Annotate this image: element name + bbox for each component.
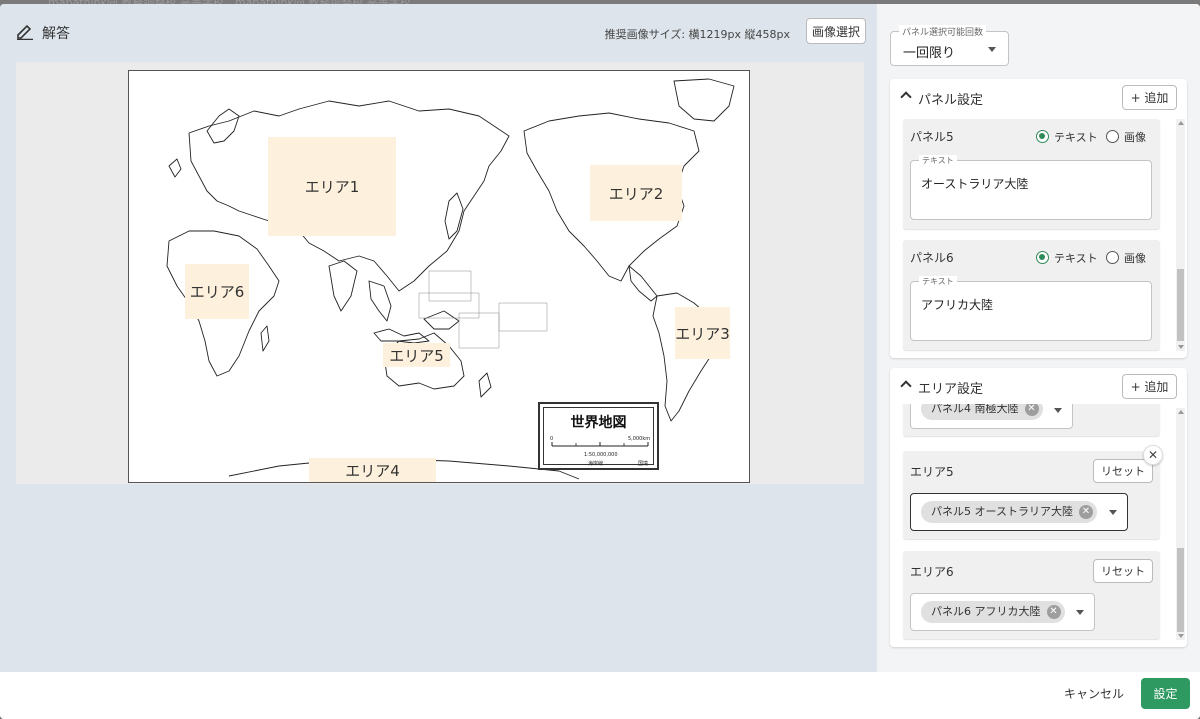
- area-panel-select[interactable]: パネル5 オーストラリア大陸 ✕: [910, 493, 1128, 531]
- chip-label: パネル4 南極大陸: [931, 404, 1019, 415]
- panel-name: パネル6: [910, 251, 954, 265]
- map-area-3[interactable]: エリア3: [675, 307, 730, 359]
- answer-pane: 解答 推奨画像サイズ: 横1219px 縦458px 画像選択 エリア1 エリア…: [0, 4, 877, 672]
- panel-text-field[interactable]: テキスト オーストラリア大陸: [910, 155, 1152, 220]
- area-list: パネル4 南極大陸 ✕ エリア5 リセット パネル5 オーストラリア大陸 ✕ エ…: [890, 404, 1187, 642]
- radio-image-label: 画像: [1124, 252, 1146, 265]
- panel-text-field[interactable]: テキスト アフリカ大陸: [910, 276, 1152, 341]
- reset-area-6-button[interactable]: リセット: [1093, 559, 1153, 583]
- area-item-5: エリア5 リセット パネル5 オーストラリア大陸 ✕: [903, 451, 1160, 539]
- dialog-footer: キャンセル 設定: [0, 672, 1200, 719]
- selected-panel-chip: パネル6 アフリカ大陸 ✕: [921, 601, 1065, 623]
- close-icon[interactable]: ✕: [1143, 445, 1163, 465]
- panel-item-6: パネル6 テキスト 画像 テキスト アフリカ大陸: [903, 240, 1160, 350]
- radio-text[interactable]: [1036, 130, 1049, 143]
- map-legend: 世界地図 0 5,000km 1:50,000,000 海岸線 国境: [538, 402, 659, 470]
- radio-text-label: テキスト: [1054, 252, 1098, 265]
- legend-inner-frame: 世界地図 0 5,000km 1:50,000,000 海岸線 国境: [543, 407, 654, 467]
- area-settings-title: エリア設定: [918, 382, 984, 397]
- panel-settings-title: パネル設定: [918, 93, 984, 108]
- panel-settings-card: パネル設定 + 追加 パネル5 テキスト 画像 テキスト オーストラリア大陸 パ…: [890, 79, 1187, 358]
- chevron-up-icon[interactable]: [900, 91, 912, 103]
- radio-image[interactable]: [1106, 130, 1119, 143]
- panel-item-5: パネル5 テキスト 画像 テキスト オーストラリア大陸: [903, 119, 1160, 229]
- area-name: エリア6: [910, 565, 954, 579]
- map-area-6[interactable]: エリア6: [185, 264, 249, 319]
- add-area-button[interactable]: + 追加: [1122, 374, 1177, 399]
- scroll-down-icon[interactable]: [1178, 634, 1184, 638]
- reset-area-5-button[interactable]: リセット: [1093, 459, 1153, 483]
- area-settings-header[interactable]: エリア設定 + 追加: [890, 368, 1187, 404]
- confirm-button[interactable]: 設定: [1141, 678, 1190, 709]
- selected-panel-chip: パネル5 オーストラリア大陸 ✕: [921, 501, 1097, 523]
- chevron-up-icon[interactable]: [900, 380, 912, 392]
- map-area-2[interactable]: エリア2: [590, 165, 682, 221]
- area-list-scrollbar[interactable]: [1176, 408, 1185, 640]
- area-settings-card: エリア設定 + 追加 パネル4 南極大陸 ✕ エリア5 リセット パネル5 オー…: [890, 368, 1187, 647]
- add-panel-button[interactable]: + 追加: [1122, 85, 1177, 110]
- settings-pane: パネル選択可能回数 一回限り パネル設定 + 追加 パネル5 テキスト 画像 テ…: [877, 4, 1200, 672]
- caret-down-icon: [988, 47, 996, 52]
- caret-down-icon[interactable]: [1076, 610, 1084, 615]
- map-area-label: エリア2: [608, 184, 664, 203]
- text-field-label: テキスト: [919, 155, 957, 166]
- text-field-value: アフリカ大陸: [921, 298, 994, 312]
- radio-text-label: テキスト: [1054, 131, 1098, 144]
- text-field-value: オーストラリア大陸: [921, 177, 1029, 191]
- area-name: エリア5: [910, 465, 954, 479]
- scale-end: 5,000km: [628, 436, 651, 442]
- scrollbar-thumb[interactable]: [1177, 548, 1184, 632]
- selected-panel-chip: パネル4 南極大陸 ✕: [921, 404, 1043, 420]
- caret-down-icon[interactable]: [1054, 408, 1062, 413]
- cancel-button[interactable]: キャンセル: [1064, 685, 1124, 702]
- map-stage: エリア1 エリア2 エリア3 エリア4 エリア5 エリア6 世界地図 0 5,0…: [16, 62, 864, 484]
- map-area-5[interactable]: エリア5: [383, 343, 450, 367]
- panel-name: パネル5: [910, 130, 954, 144]
- scale-start: 0: [550, 436, 554, 442]
- area-panel-select[interactable]: パネル4 南極大陸 ✕: [910, 404, 1073, 429]
- caret-down-icon[interactable]: [1109, 510, 1117, 515]
- chip-close-icon[interactable]: ✕: [1046, 605, 1061, 619]
- panel-list: パネル5 テキスト 画像 テキスト オーストラリア大陸 パネル6 テキスト 画像: [890, 115, 1187, 353]
- panel-list-scrollbar[interactable]: [1176, 119, 1185, 351]
- radio-image[interactable]: [1106, 251, 1119, 264]
- map-area-label: エリア5: [389, 346, 444, 365]
- area-panel-select[interactable]: パネル6 アフリカ大陸 ✕: [910, 593, 1095, 631]
- world-map[interactable]: エリア1 エリア2 エリア3 エリア4 エリア5 エリア6 世界地図 0 5,0…: [128, 70, 750, 483]
- coastline-label: 海岸線: [588, 461, 604, 467]
- panel-count-label: パネル選択可能回数: [899, 25, 987, 38]
- text-field-label: テキスト: [919, 276, 957, 287]
- panel-settings-header[interactable]: パネル設定 + 追加: [890, 79, 1187, 115]
- legend-title: 世界地図: [570, 415, 627, 431]
- chip-label: パネル5 オーストラリア大陸: [931, 505, 1073, 518]
- map-area-label: エリア6: [189, 283, 245, 301]
- scroll-up-icon[interactable]: [1178, 121, 1184, 125]
- area-item-4: パネル4 南極大陸 ✕: [903, 404, 1160, 436]
- chip-close-icon[interactable]: ✕: [1078, 505, 1093, 519]
- area-item-6: エリア6 リセット パネル6 アフリカ大陸 ✕: [903, 551, 1160, 639]
- chip-close-icon[interactable]: ✕: [1024, 404, 1039, 416]
- panel-count-value: 一回限り: [903, 46, 956, 61]
- map-area-4[interactable]: エリア4: [309, 458, 436, 482]
- radio-image-label: 画像: [1124, 131, 1146, 144]
- map-area-1[interactable]: エリア1: [268, 137, 396, 236]
- radio-text[interactable]: [1036, 251, 1049, 264]
- answer-title: 解答: [42, 26, 70, 42]
- answer-dialog: 解答 推奨画像サイズ: 横1219px 縦458px 画像選択 エリア1 エリア…: [0, 4, 1200, 719]
- panel-count-select[interactable]: パネル選択可能回数 一回限り: [890, 25, 1009, 66]
- image-select-button[interactable]: 画像選択: [806, 18, 866, 44]
- chip-label: パネル6 アフリカ大陸: [931, 605, 1041, 618]
- pencil-icon: [17, 24, 33, 40]
- recommended-size-hint: 推奨画像サイズ: 横1219px 縦458px: [604, 28, 790, 41]
- scroll-up-icon[interactable]: [1178, 410, 1184, 414]
- border-label: 国境: [638, 461, 649, 467]
- scroll-down-icon[interactable]: [1178, 345, 1184, 349]
- map-area-label: エリア1: [304, 178, 360, 196]
- scrollbar-thumb[interactable]: [1177, 269, 1184, 341]
- map-area-label: エリア3: [675, 324, 730, 343]
- answer-header: 解答 推奨画像サイズ: 横1219px 縦458px 画像選択: [16, 18, 866, 48]
- scale-ratio: 1:50,000,000: [584, 452, 618, 458]
- map-area-label: エリア4: [345, 461, 400, 480]
